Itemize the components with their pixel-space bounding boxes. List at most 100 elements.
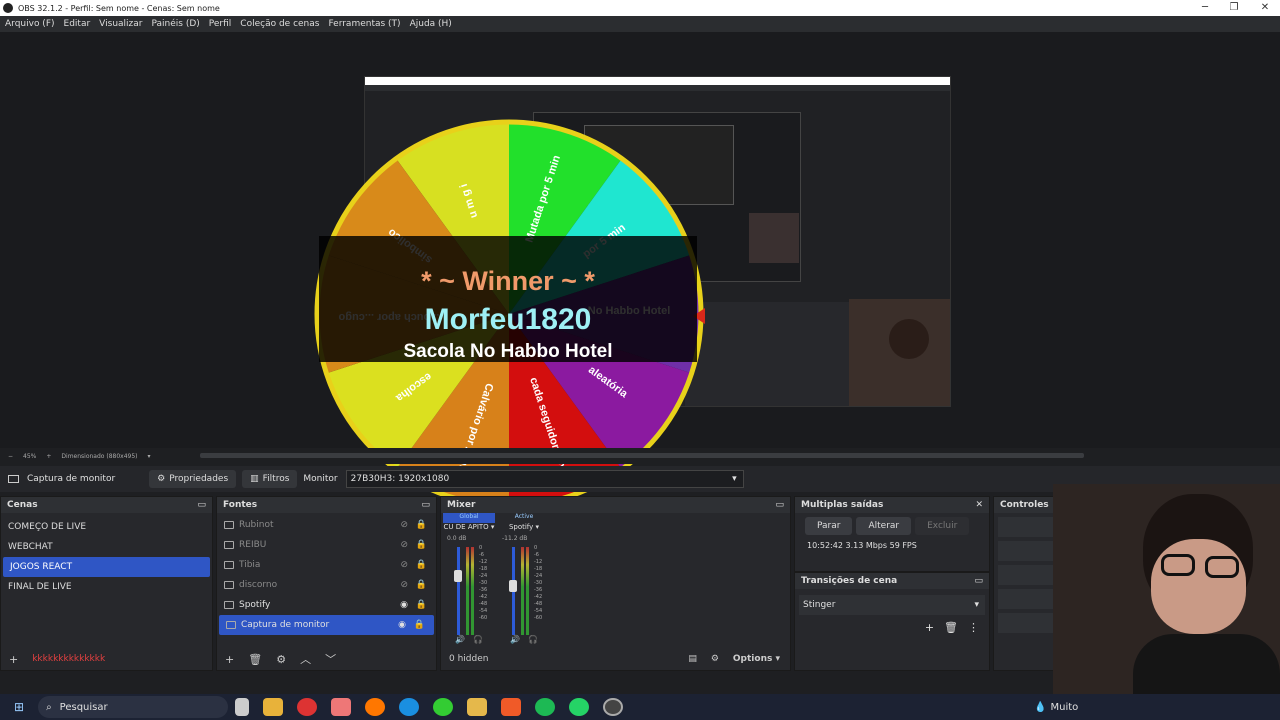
task-view-icon[interactable] [235, 698, 250, 716]
control-button-3[interactable] [998, 565, 1058, 585]
scene-item[interactable]: COMEÇO DE LIVE [1, 517, 212, 537]
menu-visualizar[interactable]: Visualizar [99, 19, 142, 29]
stop-output-button[interactable]: Parar [805, 517, 853, 535]
scene-item[interactable]: JOGOS REACT [3, 557, 210, 577]
transitions-title: Transições de cena [801, 576, 898, 586]
brave-icon[interactable] [501, 698, 522, 716]
source-item[interactable]: REIBU ⊘ 🔒 [217, 535, 436, 555]
scale-tick: -60 [479, 615, 488, 621]
scene-item[interactable]: FINAL DE LIVE [1, 577, 212, 597]
source-item[interactable]: Tibia ⊘ 🔒 [217, 555, 436, 575]
volume-slider-handle[interactable] [454, 570, 462, 582]
menu-colecao-cenas[interactable]: Coleção de cenas [240, 19, 319, 29]
dock-float-icon[interactable]: ▭ [197, 500, 206, 510]
controls-title: Controles [1000, 500, 1049, 510]
folder-icon[interactable] [467, 698, 488, 716]
spotify-icon[interactable] [535, 698, 556, 716]
eye-off-icon[interactable]: ⊘ [400, 580, 408, 590]
remove-source-button[interactable]: 🗑 [248, 653, 262, 666]
channel-name[interactable]: CU DE APITO ▾ [443, 523, 495, 535]
volume-slider[interactable] [457, 547, 460, 635]
eye-icon[interactable]: ◉ [400, 600, 408, 610]
app-icon-2[interactable] [331, 698, 352, 716]
options-label: Options [732, 654, 773, 664]
taskbar-search[interactable]: ⌕ Pesquisar [38, 696, 229, 718]
remove-transition-button[interactable]: 🗑 [944, 621, 958, 634]
more-icon[interactable]: ⋮ [968, 621, 979, 634]
lock-icon[interactable]: 🔒 [414, 620, 425, 630]
minimize-button[interactable]: ─ [1190, 0, 1220, 16]
zoom-in-button[interactable]: + [46, 453, 51, 460]
windows-start-icon[interactable]: ⊞ [14, 700, 24, 714]
menu-perfil[interactable]: Perfil [209, 19, 232, 29]
obs-taskbar-icon[interactable] [603, 698, 624, 716]
scale-dropdown-icon[interactable]: ▾ [148, 453, 151, 460]
lock-icon[interactable]: 🔒 [416, 560, 427, 570]
control-button-1[interactable] [998, 517, 1058, 537]
menu-ferramentas[interactable]: Ferramentas (T) [328, 19, 400, 29]
scale-mode[interactable]: Dimensionado (880x495) [61, 453, 137, 460]
transition-select[interactable]: Stinger ▾ [799, 595, 985, 615]
firefox-icon[interactable] [365, 698, 386, 716]
filters-button[interactable]: ▥ Filtros [242, 470, 298, 488]
file-explorer-store-icon[interactable] [263, 698, 284, 716]
change-output-button[interactable]: Alterar [856, 517, 912, 535]
whatsapp-icon[interactable] [569, 698, 590, 716]
eye-icon[interactable]: ◉ [398, 620, 406, 630]
weather-widget[interactable]: 💧 Muito [1034, 702, 1078, 713]
control-button-5[interactable] [998, 613, 1058, 633]
menu-editar[interactable]: Editar [64, 19, 91, 29]
layout-icon[interactable]: ▤ [688, 654, 697, 664]
close-button[interactable]: ✕ [1250, 0, 1280, 16]
mixer-channel: Global CU DE APITO ▾ 0.0 dB 0 -6 -12 -18 -24 -30… [443, 513, 495, 648]
source-item[interactable]: Spotify ◉ 🔒 [217, 595, 436, 615]
lock-icon[interactable]: 🔒 [416, 580, 427, 590]
eye-off-icon[interactable]: ⊘ [400, 520, 408, 530]
source-item[interactable]: discorno ⊘ 🔒 [217, 575, 436, 595]
close-icon[interactable]: ✕ [975, 500, 983, 510]
zoom-out-button[interactable]: − [8, 453, 13, 460]
headphone-icon[interactable]: 🎧 [473, 635, 483, 644]
scale-tick: -48 [479, 601, 488, 607]
dock-float-icon[interactable]: ▭ [775, 500, 784, 510]
volume-slider-handle[interactable] [509, 580, 517, 592]
delete-output-button[interactable]: Excluir [915, 517, 970, 535]
audio-settings-icon[interactable]: ⚙ [711, 654, 719, 664]
edge-icon[interactable] [399, 698, 420, 716]
lock-icon[interactable]: 🔒 [416, 520, 427, 530]
eye-off-icon[interactable]: ⊘ [400, 540, 408, 550]
speaker-icon[interactable]: 🔊 [455, 635, 465, 644]
preview-scrollbar[interactable] [200, 453, 1084, 458]
control-button-4[interactable] [998, 589, 1058, 609]
control-button-2[interactable] [998, 541, 1058, 561]
channel-name[interactable]: Spotify ▾ [498, 523, 550, 535]
move-down-button[interactable]: ﹀ [325, 651, 336, 667]
move-up-button[interactable]: ︿ [300, 651, 311, 667]
scene-item[interactable]: WEBCHAT [1, 537, 212, 557]
menu-paineis[interactable]: Painéis (D) [151, 19, 199, 29]
chrome-icon[interactable] [433, 698, 454, 716]
menu-arquivo[interactable]: Arquivo (F) [5, 19, 55, 29]
options-button[interactable]: Options ▾ [733, 654, 780, 664]
add-scene-button[interactable]: + [9, 653, 18, 666]
lock-icon[interactable]: 🔒 [416, 600, 427, 610]
properties-button[interactable]: ⚙ Propriedades [149, 470, 237, 488]
menu-ajuda[interactable]: Ajuda (H) [410, 19, 452, 29]
dock-float-icon[interactable]: ▭ [974, 576, 983, 586]
speaker-icon[interactable]: 🔊 [510, 635, 520, 644]
add-transition-button[interactable]: + [925, 621, 934, 634]
lock-icon[interactable]: 🔒 [416, 540, 427, 550]
source-item[interactable]: Rubinot ⊘ 🔒 [217, 515, 436, 535]
monitor-select[interactable]: 27B30H3: 1920x1080 ▾ [345, 470, 744, 488]
add-source-button[interactable]: + [225, 653, 234, 666]
preview-area[interactable]: u m g iMutada por 5 minpor 5 minNo Habbo… [0, 32, 1280, 509]
app-icon-1[interactable] [297, 698, 318, 716]
dock-float-icon[interactable]: ▭ [421, 500, 430, 510]
filters-label: Filtros [262, 474, 290, 484]
headphone-icon[interactable]: 🎧 [528, 635, 538, 644]
source-item[interactable]: Captura de monitor ◉ 🔒 [219, 615, 434, 635]
maximize-button[interactable]: ❐ [1219, 0, 1249, 16]
scale-tick: -60 [534, 615, 543, 621]
eye-off-icon[interactable]: ⊘ [400, 560, 408, 570]
source-properties-button[interactable]: ⚙ [276, 653, 286, 666]
